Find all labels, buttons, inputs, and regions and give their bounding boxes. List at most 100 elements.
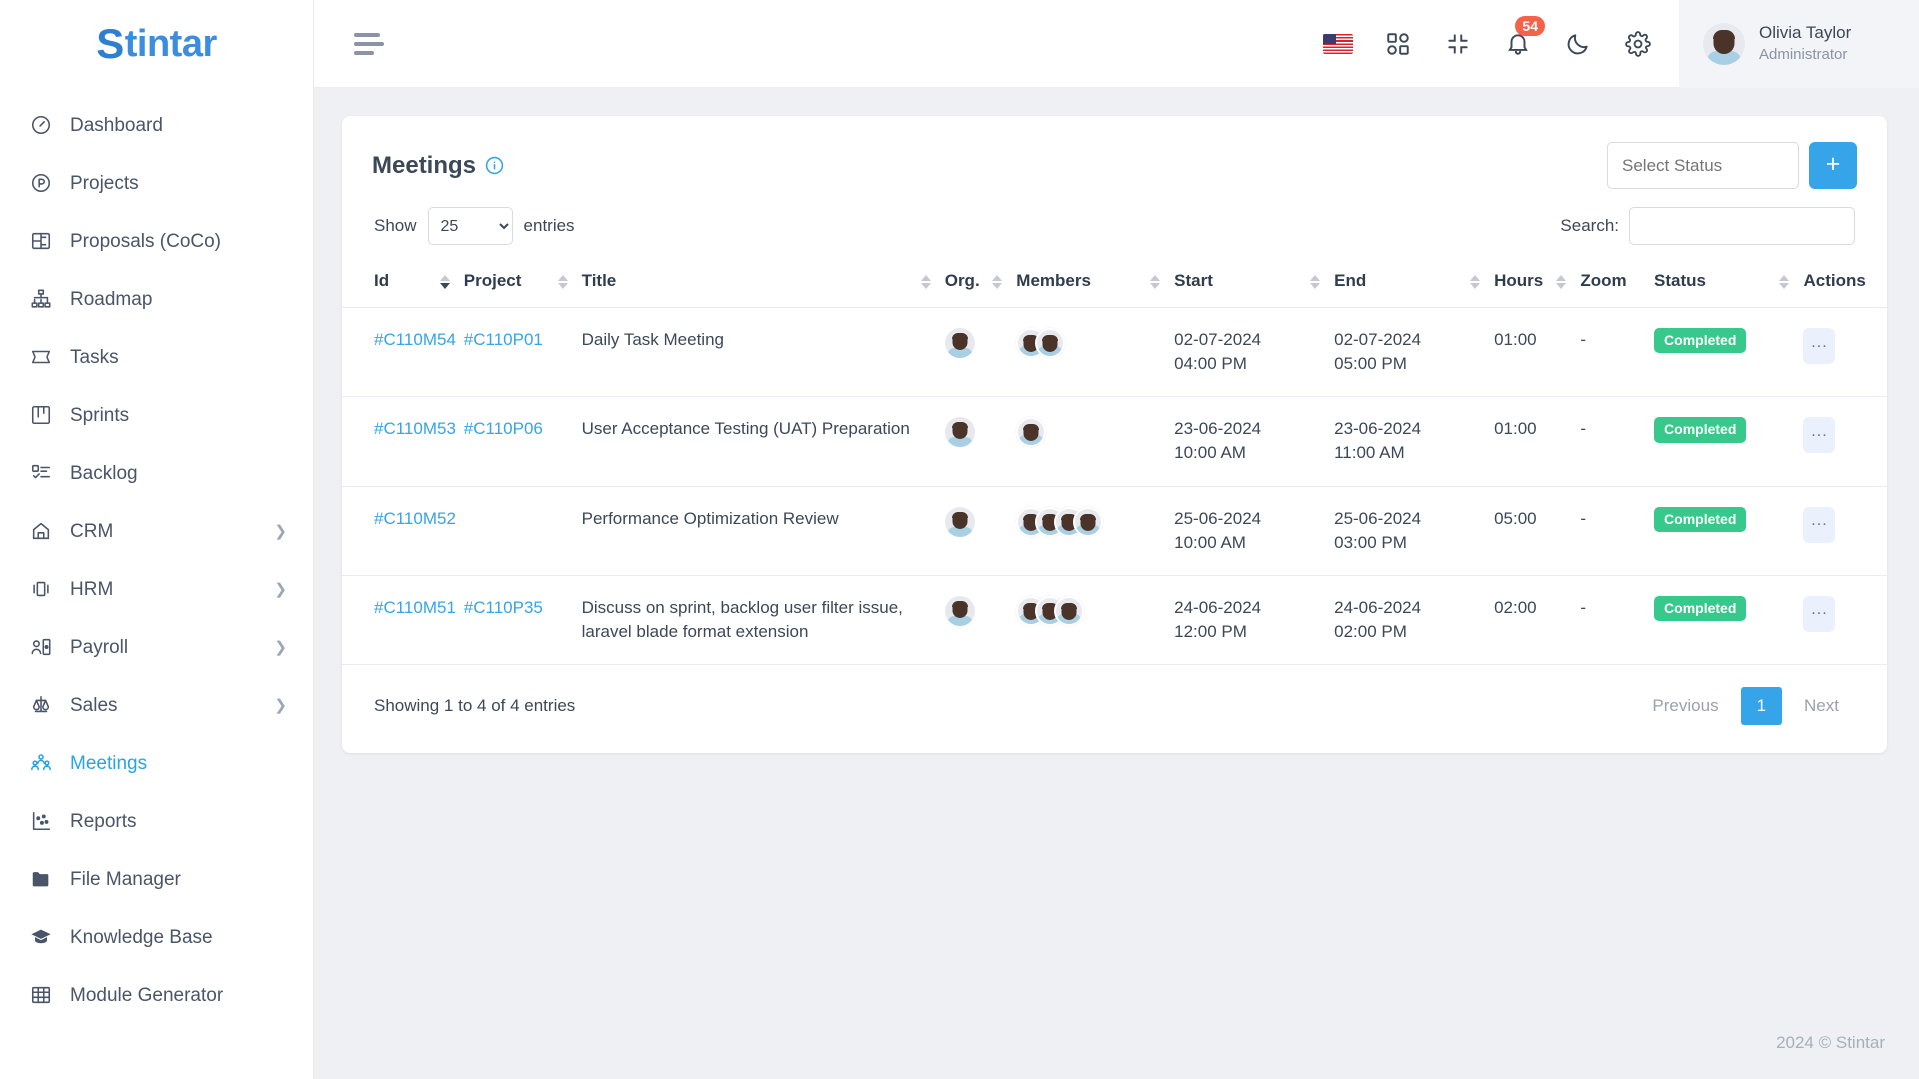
cell-members xyxy=(1010,486,1169,576)
meeting-id-link[interactable]: #C110M51 xyxy=(374,598,456,617)
column-header-hours[interactable]: Hours xyxy=(1488,257,1575,308)
sidebar-item-label: Proposals (CoCo) xyxy=(70,230,221,252)
sort-arrows-icon[interactable] xyxy=(1556,275,1567,289)
brand-text: Stintar xyxy=(96,20,217,68)
project-id-link[interactable]: #C110P35 xyxy=(464,598,543,617)
start-date: 24-06-2024 xyxy=(1174,597,1262,617)
sidebar-item-payroll[interactable]: Payroll ❯ xyxy=(0,618,313,676)
cell-zoom: - xyxy=(1574,486,1649,576)
search-label: Search: xyxy=(1560,216,1619,235)
row-actions-button[interactable]: ... xyxy=(1803,506,1836,543)
sidebar-item-knowledge-base[interactable]: Knowledge Base xyxy=(0,908,313,966)
brand-logo[interactable]: Stintar xyxy=(0,0,313,88)
show-label: Show xyxy=(374,216,417,235)
sidebar-item-backlog[interactable]: Backlog xyxy=(0,444,313,502)
column-header-org[interactable]: Org. xyxy=(938,257,1011,308)
hamburger-bar-3 xyxy=(354,50,374,55)
user-profile-menu[interactable]: Olivia Taylor Administrator xyxy=(1679,0,1919,88)
sidebar-item-file-manager[interactable]: File Manager xyxy=(0,850,313,908)
cell-org xyxy=(938,486,1011,576)
sort-arrows-icon[interactable] xyxy=(1310,275,1321,289)
info-circle-icon[interactable] xyxy=(485,156,504,175)
reports-icon xyxy=(28,808,54,834)
table-header-row: Id Project Title Org. Members Start End Hours Zo… xyxy=(342,257,1887,308)
sort-arrows-icon[interactable] xyxy=(1150,275,1161,289)
pagination-previous[interactable]: Previous xyxy=(1636,688,1734,724)
sidebar-item-meetings[interactable]: Meetings xyxy=(0,734,313,792)
sidebar-item-hrm[interactable]: HRM ❯ xyxy=(0,560,313,618)
column-header-start[interactable]: Start xyxy=(1168,257,1329,308)
table-row: #C110M52 Performance Optimization Review 2… xyxy=(342,486,1887,576)
page-length-select[interactable]: 102550100 xyxy=(427,207,513,245)
sidebar-item-proposals-coco[interactable]: Proposals (CoCo) xyxy=(0,212,313,270)
sidebar-item-dashboard[interactable]: Dashboard xyxy=(0,96,313,154)
moon-icon[interactable] xyxy=(1563,29,1593,59)
brand-name: tintar xyxy=(124,22,218,65)
bell-icon[interactable]: 54 xyxy=(1503,15,1545,59)
us-flag-icon[interactable] xyxy=(1323,29,1353,59)
sort-arrows-icon[interactable] xyxy=(439,275,450,289)
page-footer: 2024 © Stintar xyxy=(314,1007,1919,1079)
sidebar-item-sprints[interactable]: Sprints xyxy=(0,386,313,444)
column-header-title[interactable]: Title xyxy=(575,257,939,308)
project-id-link[interactable]: #C110P06 xyxy=(464,419,543,438)
add-meeting-button[interactable]: + xyxy=(1809,142,1857,189)
sidebar-item-projects[interactable]: Projects xyxy=(0,154,313,212)
backlog-icon xyxy=(28,460,54,486)
sidebar-item-module-generator[interactable]: Module Generator xyxy=(0,966,313,1024)
sidebar-item-label: Projects xyxy=(70,172,139,194)
status-filter-select[interactable] xyxy=(1607,142,1799,189)
sort-arrows-icon[interactable] xyxy=(557,275,568,289)
cell-status: Completed xyxy=(1648,307,1798,398)
cell-project: #C110P01 xyxy=(457,307,576,398)
search-input[interactable] xyxy=(1629,207,1855,245)
sidebar-item-sales[interactable]: Sales ❯ xyxy=(0,676,313,734)
project-id-link[interactable]: #C110P01 xyxy=(464,330,543,349)
cell-status: Completed xyxy=(1648,575,1798,666)
cell-title: Performance Optimization Review xyxy=(575,486,939,576)
gear-icon[interactable] xyxy=(1623,29,1653,59)
row-actions-button[interactable]: ... xyxy=(1803,417,1836,454)
column-header-label: Status xyxy=(1654,271,1706,290)
apps-grid-icon[interactable] xyxy=(1383,29,1413,59)
sort-arrows-icon[interactable] xyxy=(1470,275,1481,289)
sidebar-item-tasks[interactable]: Tasks xyxy=(0,328,313,386)
status-badge: Completed xyxy=(1654,506,1747,532)
pagination: Previous 1 Next xyxy=(1636,687,1855,725)
column-header-members[interactable]: Members xyxy=(1010,257,1169,308)
sidebar-item-crm[interactable]: CRM ❯ xyxy=(0,502,313,560)
cell-hours: 01:00 xyxy=(1488,307,1575,398)
pagination-next[interactable]: Next xyxy=(1788,688,1855,724)
hamburger-icon[interactable] xyxy=(354,32,388,55)
sort-arrows-icon[interactable] xyxy=(1779,275,1790,289)
start-date: 23-06-2024 xyxy=(1174,419,1262,439)
table-row: #C110M53 #C110P06 User Acceptance Testing … xyxy=(342,396,1887,487)
column-header-label: Actions xyxy=(1803,271,1866,290)
proposals-icon xyxy=(28,228,54,254)
collapse-fullscreen-icon[interactable] xyxy=(1443,29,1473,59)
column-header-project[interactable]: Project xyxy=(457,257,576,308)
meeting-id-link[interactable]: #C110M53 xyxy=(374,419,456,438)
row-actions-button[interactable]: ... xyxy=(1803,328,1836,364)
column-header-id[interactable]: Id xyxy=(342,257,458,308)
start-time: 10:00 AM xyxy=(1174,532,1246,552)
cell-id: #C110M52 xyxy=(342,486,458,576)
sidebar-item-reports[interactable]: Reports xyxy=(0,792,313,850)
cell-org xyxy=(938,575,1011,666)
column-header-status[interactable]: Status xyxy=(1648,257,1798,308)
sidebar-nav: Dashboard Projects Proposals (CoCo) Roadmap… xyxy=(0,88,313,1079)
meeting-id-link[interactable]: #C110M52 xyxy=(374,509,456,528)
table-body: #C110M54 #C110P01 Daily Task Meeting 02-07-… xyxy=(342,307,1887,666)
end-time: 11:00 AM xyxy=(1334,443,1405,463)
column-header-end[interactable]: End xyxy=(1328,257,1489,308)
sort-arrows-icon[interactable] xyxy=(920,275,931,289)
cell-project xyxy=(457,486,576,576)
table-head: Id Project Title Org. Members Start End Hours Zo… xyxy=(342,257,1887,308)
sort-arrows-icon[interactable] xyxy=(992,275,1003,289)
pagination-page-1[interactable]: 1 xyxy=(1740,687,1783,725)
card-header: Meetings + xyxy=(342,116,1887,197)
cell-actions: ... xyxy=(1797,307,1887,398)
meeting-id-link[interactable]: #C110M54 xyxy=(374,330,456,349)
row-actions-button[interactable]: ... xyxy=(1803,595,1836,632)
sidebar-item-roadmap[interactable]: Roadmap xyxy=(0,270,313,328)
